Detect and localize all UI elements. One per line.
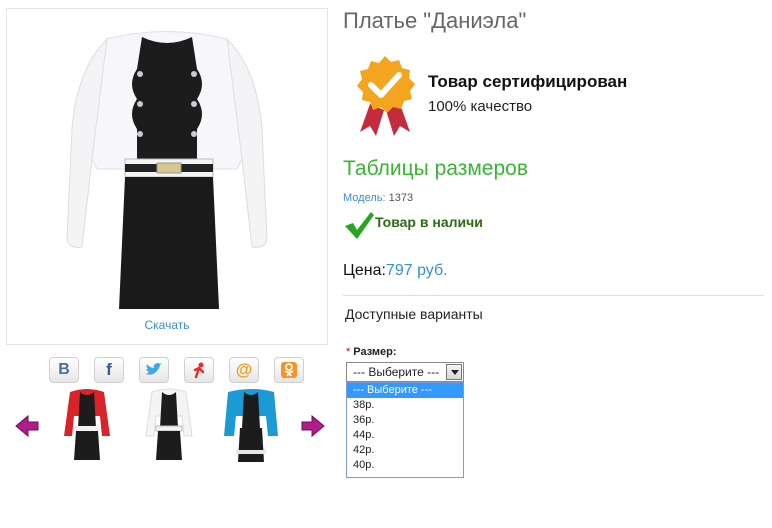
dress-image (66, 31, 268, 309)
size-label: * Размер: (346, 346, 397, 358)
size-options-list: --- Выберите --- 38р. 36р. 44р. 42р. 40р… (346, 382, 464, 478)
certified-subtitle: 100% качество (428, 98, 533, 115)
price-value: 797 руб. (385, 262, 448, 279)
model-value: 1373 (388, 192, 414, 204)
size-option[interactable]: --- Выберите --- (347, 383, 463, 398)
size-option[interactable]: 36р. (347, 413, 463, 428)
size-option[interactable]: 40р. (347, 458, 463, 473)
vk-icon: В (58, 361, 70, 378)
size-option[interactable]: 44р. (347, 428, 463, 443)
certified-title: Товар сертифицирован (428, 72, 628, 91)
size-select-value: --- Выберите --- (353, 365, 440, 379)
facebook-share-button[interactable]: f (94, 357, 124, 383)
thumbnail-red-dress[interactable] (56, 386, 118, 464)
price-line: Цена:797 руб. (343, 262, 448, 280)
variants-title: Доступные варианты (345, 306, 483, 322)
stock-status: Товар в наличи (375, 214, 483, 230)
size-tables-link[interactable]: Таблицы размеров (343, 157, 528, 181)
thumbnail-white-dress[interactable] (138, 386, 200, 464)
main-product-image[interactable] (6, 8, 328, 345)
mailru-share-button[interactable]: @ (229, 357, 259, 383)
next-arrow-icon[interactable] (300, 413, 326, 439)
twitter-icon (146, 363, 163, 375)
chevron-down-icon[interactable] (446, 364, 462, 380)
size-label-text: Размер: (353, 346, 397, 358)
prev-arrow-icon[interactable] (14, 413, 40, 439)
certified-badge-icon (357, 56, 415, 136)
size-select[interactable]: --- Выберите --- (346, 362, 464, 382)
product-title: Платье "Даниэла" (343, 8, 527, 33)
moimir-icon (193, 362, 205, 379)
vk-share-button[interactable]: В (49, 357, 79, 383)
facebook-icon: f (106, 360, 112, 379)
size-option[interactable]: 42р. (347, 443, 463, 458)
odnoklassniki-share-button[interactable] (274, 357, 304, 383)
thumbnail-blue-dress[interactable] (220, 386, 282, 464)
moimir-share-button[interactable] (184, 357, 214, 383)
divider (343, 295, 764, 296)
checkmark-icon (345, 212, 374, 239)
size-option[interactable]: 38р. (347, 398, 463, 413)
model-label: Модель: (343, 192, 386, 204)
model-line: Модель: 1373 (343, 192, 413, 204)
price-label: Цена: (343, 262, 386, 279)
required-mark: * (346, 346, 351, 358)
twitter-share-button[interactable] (139, 357, 169, 383)
download-link[interactable]: Скачать (6, 318, 328, 332)
mailru-icon: @ (235, 360, 253, 379)
odnoklassniki-icon (281, 362, 297, 378)
